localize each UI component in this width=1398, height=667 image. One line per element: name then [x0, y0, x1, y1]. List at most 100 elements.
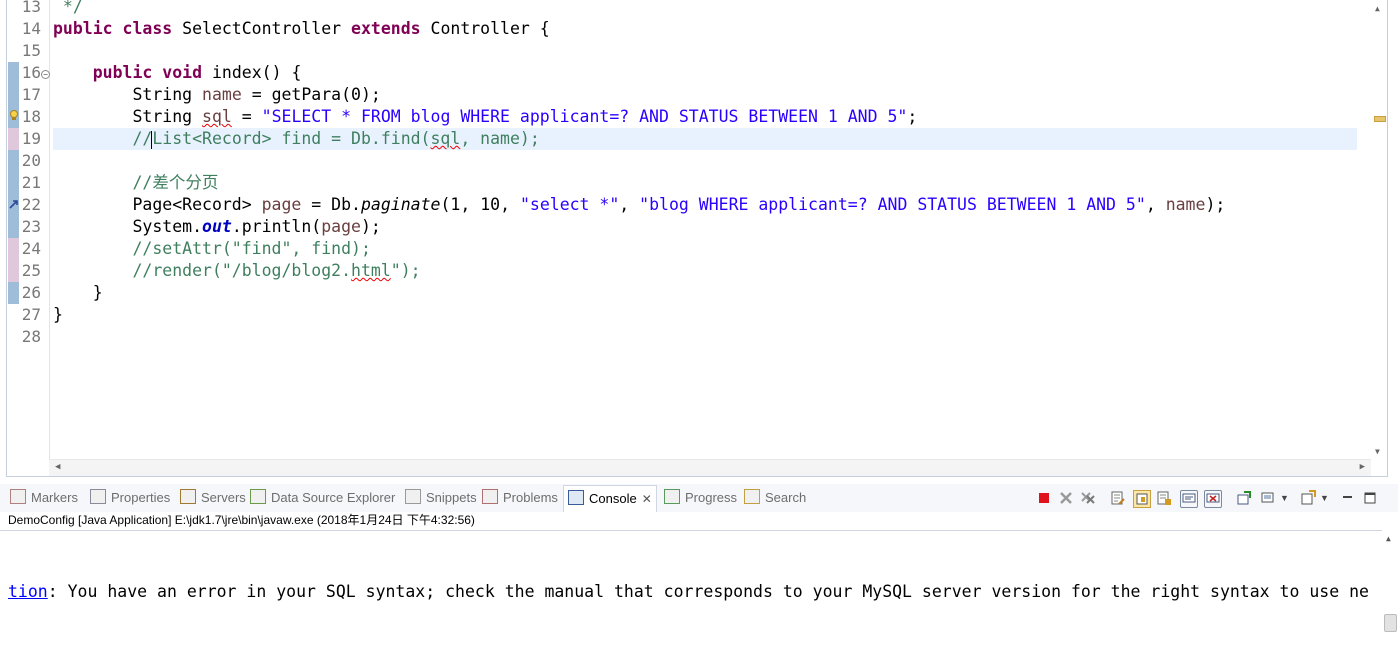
stacktrace-link[interactable]: tion: [8, 582, 48, 601]
code-text[interactable]: System.out.println(page);: [53, 216, 1357, 238]
code-text[interactable]: String name = getPara(0);: [53, 84, 1357, 106]
code-line-28[interactable]: 28: [7, 326, 1357, 348]
warning-lightbulb-icon[interactable]: [9, 110, 19, 122]
tab-markers[interactable]: Markers: [10, 487, 78, 509]
code-line-21[interactable]: 21 //差个分页: [7, 172, 1357, 194]
error-message-text: : You have an error in your SQL syntax; …: [47, 582, 1369, 601]
code-text[interactable]: public class SelectController extends Co…: [53, 18, 1357, 40]
display-selected-console-icon[interactable]: [1236, 490, 1252, 506]
show-console-on-output-icon[interactable]: [1156, 490, 1172, 506]
code-line-19[interactable]: 19 //List<Record> find = Db.find(sql, na…: [7, 128, 1357, 150]
code-text[interactable]: */: [53, 0, 1357, 18]
code-text[interactable]: String sql = "SELECT * FROM blog WHERE a…: [53, 106, 1357, 128]
code-token: index() {: [211, 63, 302, 82]
open-console-menu-icon[interactable]: [1300, 490, 1316, 506]
code-token: extends: [351, 19, 431, 38]
remove-launch-icon[interactable]: [1058, 490, 1074, 506]
editor-vertical-scrollbar[interactable]: ▲ ▼: [1371, 0, 1387, 460]
minimize-view-icon[interactable]: [1340, 490, 1356, 506]
code-token: name: [1165, 195, 1206, 214]
code-text[interactable]: //List<Record> find = Db.find(sql, name)…: [53, 128, 1357, 150]
code-token: sql: [430, 129, 461, 148]
data-source-icon: [250, 489, 266, 504]
code-token: //render("/blog/blog2.: [53, 261, 352, 280]
code-text[interactable]: [53, 150, 1357, 172]
view-tab-bar: Markers Properties Servers Data Source Expl…: [0, 484, 1398, 512]
console-scroll-thumb[interactable]: [1384, 614, 1397, 632]
pin-console-icon[interactable]: [1180, 490, 1198, 508]
scroll-lock-icon[interactable]: [1133, 490, 1151, 508]
remove-all-terminated-icon[interactable]: [1080, 490, 1096, 506]
code-line-14[interactable]: 14 public class SelectController extends …: [7, 18, 1357, 40]
code-token: ;: [907, 107, 918, 126]
code-line-18[interactable]: 18 String sql = "SELECT * FROM blog WHER…: [7, 106, 1357, 128]
console-scroll-up-icon[interactable]: ▲: [1386, 534, 1391, 543]
quick-diff-marker: [8, 172, 19, 194]
scroll-right-arrow-icon[interactable]: ▶: [1360, 462, 1365, 472]
code-text[interactable]: //差个分页: [53, 172, 1357, 194]
quick-diff-marker: [8, 84, 19, 106]
line-number: 15: [21, 41, 41, 60]
code-line-17[interactable]: 17 String name = getPara(0);: [7, 84, 1357, 106]
tab-progress[interactable]: Progress: [664, 487, 737, 509]
close-tab-icon[interactable]: ✕: [642, 492, 652, 506]
code-token: );: [360, 217, 381, 236]
tab-data-source-explorer[interactable]: Data Source Explorer: [250, 487, 395, 509]
code-line-20[interactable]: 20: [7, 150, 1357, 172]
code-token: }: [53, 283, 103, 302]
code-token: sql: [202, 107, 232, 126]
java-editor[interactable]: 13 */14 public class SelectController ext…: [6, 0, 1388, 477]
code-line-15[interactable]: 15: [7, 40, 1357, 62]
code-text[interactable]: Page<Record> page = Db.paginate(1, 10, "…: [53, 194, 1357, 216]
quick-diff-marker: [8, 128, 19, 150]
tab-search[interactable]: Search: [744, 487, 806, 509]
tab-properties[interactable]: Properties: [90, 487, 170, 509]
warning-overview-marker[interactable]: [1374, 116, 1386, 122]
code-token: =: [231, 107, 262, 126]
code-line-16[interactable]: 16− public void index() {: [7, 62, 1357, 84]
code-line-27[interactable]: 27}: [7, 304, 1357, 326]
code-token: //差个分页: [53, 173, 219, 192]
editor-horizontal-scrollbar[interactable]: ◀ ▶: [49, 459, 1371, 476]
code-text[interactable]: [53, 326, 1357, 348]
new-console-dropdown-icon[interactable]: ▼: [1280, 490, 1296, 506]
code-token: (1, 10,: [440, 195, 520, 214]
console-launch-info: DemoConfig [Java Application] E:\jdk1.7\…: [8, 513, 475, 527]
quick-diff-marker: [8, 282, 19, 304]
tab-problems[interactable]: Problems: [482, 487, 558, 509]
override-arrow-icon[interactable]: [9, 198, 19, 210]
console-output-area[interactable]: tion: You have an error in your SQL synt…: [0, 530, 1386, 667]
code-line-26[interactable]: 26 }: [7, 282, 1357, 304]
code-token: public class: [53, 19, 183, 38]
code-line-23[interactable]: 23 System.out.println(page);: [7, 216, 1357, 238]
console-menu-dropdown-icon[interactable]: ▼: [1320, 490, 1336, 506]
clear-console-icon[interactable]: [1110, 490, 1126, 506]
scroll-up-arrow-icon[interactable]: ▲: [1375, 4, 1380, 13]
maximize-view-icon[interactable]: [1362, 490, 1378, 506]
open-console-icon[interactable]: [1204, 490, 1222, 508]
code-line-22[interactable]: 22 Page<Record> page = Db.paginate(1, 10…: [7, 194, 1357, 216]
code-line-24[interactable]: 24 //setAttr("find", find);: [7, 238, 1357, 260]
code-text[interactable]: //setAttr("find", find);: [53, 238, 1357, 260]
tab-snippets[interactable]: Snippets: [405, 487, 477, 509]
code-text[interactable]: public void index() {: [53, 62, 1357, 84]
code-line-25[interactable]: 25 //render("/blog/blog2.html");: [7, 260, 1357, 282]
code-text[interactable]: }: [53, 282, 1357, 304]
new-console-icon[interactable]: [1260, 490, 1276, 506]
code-text[interactable]: //render("/blog/blog2.html");: [53, 260, 1357, 282]
scroll-down-arrow-icon[interactable]: ▼: [1375, 447, 1380, 456]
code-text[interactable]: }: [53, 304, 1357, 326]
scroll-left-arrow-icon[interactable]: ◀: [55, 462, 60, 472]
code-line-13[interactable]: 13 */: [7, 0, 1357, 18]
tab-label: Data Source Explorer: [271, 490, 396, 505]
console-vertical-scrollbar[interactable]: ▲: [1382, 530, 1398, 666]
terminate-icon[interactable]: [1036, 490, 1052, 506]
tab-label: Progress: [685, 490, 738, 505]
tab-console[interactable]: Console ✕: [563, 485, 657, 512]
code-text[interactable]: [53, 40, 1357, 62]
fold-collapse-icon[interactable]: −: [41, 70, 50, 79]
code-token: System.: [53, 217, 203, 236]
tab-servers[interactable]: Servers: [180, 487, 246, 509]
code-token: page: [261, 195, 302, 214]
